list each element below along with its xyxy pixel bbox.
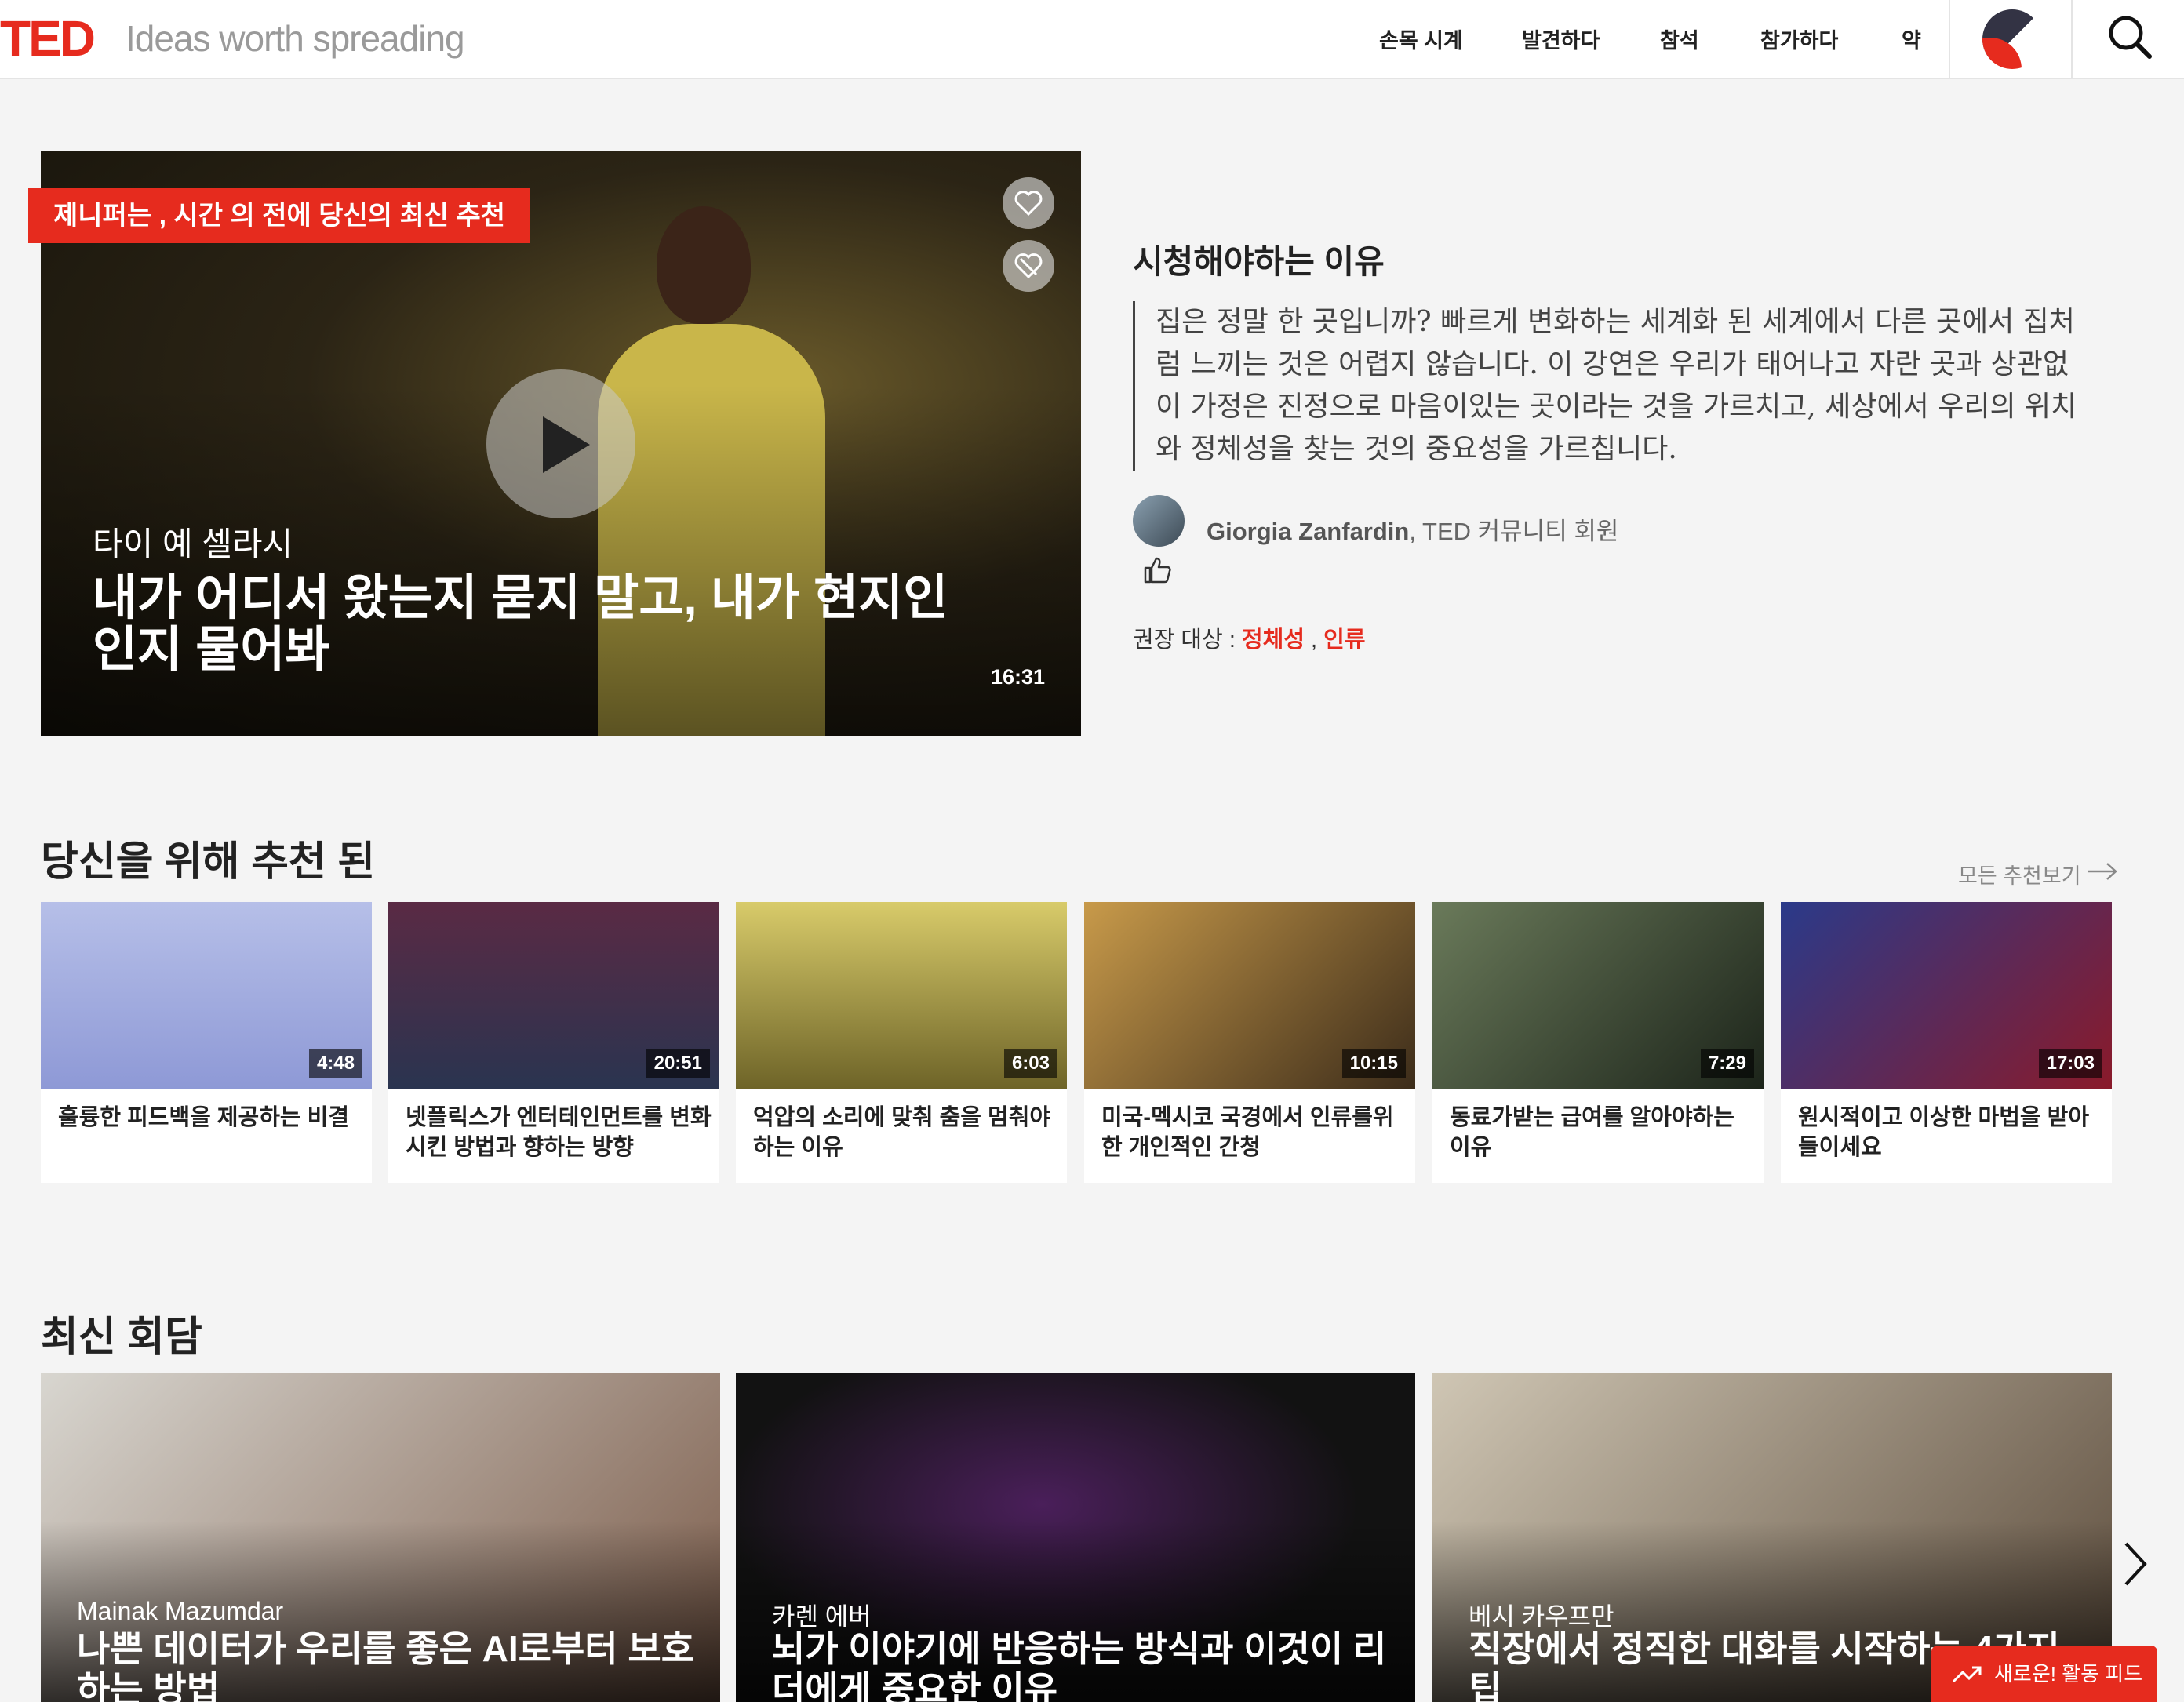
why-watch-quote: 집은 정말 한 곳입니까? 빠르게 변화하는 세계화 된 세계에서 다른 곳에서… bbox=[1133, 301, 2090, 471]
latest-talk-card[interactable]: 카렌 에버 뇌가 이야기에 반응하는 방식과 이것이 리더에게 중요한 이유 bbox=[736, 1373, 1415, 1702]
latest-talk-card[interactable]: Mainak Mazumdar 나쁜 데이터가 우리를 좋은 AI로부터 보호하… bbox=[41, 1373, 720, 1702]
recommended-card[interactable]: 20:51 넷플릭스가 엔터테인먼트를 변화시킨 방법과 향하는 방향 bbox=[388, 902, 719, 1183]
tagline: Ideas worth spreading bbox=[126, 18, 465, 59]
user-avatar[interactable] bbox=[1982, 9, 2042, 69]
recommended-title: 당신을 위해 추천 된 bbox=[41, 839, 376, 885]
broken-heart-icon bbox=[1014, 253, 1043, 279]
ted-logo[interactable]: TED bbox=[0, 9, 96, 67]
hero-title[interactable]: 내가 어디서 왔는지 묻지 말고, 내가 현지인 인지 물어봐 bbox=[93, 573, 956, 676]
reviewer-role: , TED 커뮤니티 회원 bbox=[1409, 518, 1619, 545]
reviewer-line: Giorgia Zanfardin, TED 커뮤니티 회원 bbox=[1207, 511, 1618, 547]
latest-title: 최신 회담 bbox=[41, 1315, 202, 1360]
search-icon[interactable] bbox=[2106, 13, 2153, 60]
talk-title[interactable]: 억압의 소리에 맞춰 춤을 멈춰야하는 이유 bbox=[753, 1103, 1059, 1162]
nav-participate[interactable]: 참가하다 bbox=[1760, 24, 1838, 54]
heart-icon bbox=[1014, 191, 1043, 216]
hero-speaker-name: 타이 예 셀라시 bbox=[93, 526, 293, 562]
tag-separator: , bbox=[1305, 627, 1324, 653]
recommended-for: 권장 대상 : 정체성 , 인류 bbox=[1133, 621, 1366, 654]
talk-speaker: Mainak Mazumdar bbox=[77, 1597, 284, 1625]
chevron-right-icon[interactable] bbox=[2121, 1540, 2149, 1587]
talk-duration: 10:15 bbox=[1341, 1049, 1406, 1078]
nav-about[interactable]: 약 bbox=[1902, 24, 1921, 54]
dislike-button[interactable] bbox=[1003, 240, 1054, 292]
arrow-right-icon[interactable] bbox=[2087, 861, 2118, 882]
talk-title[interactable]: 훌륭한 피드백을 제공하는 비결 bbox=[58, 1103, 364, 1133]
talk-title[interactable]: 넷플릭스가 엔터테인먼트를 변화시킨 방법과 향하는 방향 bbox=[406, 1103, 712, 1162]
talk-duration: 6:03 bbox=[1003, 1049, 1057, 1078]
nav-discover[interactable]: 발견하다 bbox=[1522, 24, 1600, 54]
talk-title[interactable]: 원시적이고 이상한 마법을 받아들이세요 bbox=[1798, 1103, 2104, 1162]
recommended-card[interactable]: 10:15 미국-멕시코 국경에서 인류를위한 개인적인 간청 bbox=[1084, 902, 1415, 1183]
recommended-card[interactable]: 6:03 억압의 소리에 맞춰 춤을 멈춰야하는 이유 bbox=[736, 902, 1067, 1183]
top-header: TED Ideas worth spreading 손목 시계 발견하다 참석 … bbox=[0, 0, 2184, 79]
talk-duration: 4:48 bbox=[308, 1049, 362, 1078]
play-button[interactable] bbox=[486, 369, 635, 518]
thumbs-up-icon[interactable] bbox=[1142, 555, 1172, 585]
talk-duration: 17:03 bbox=[2038, 1049, 2102, 1078]
talk-title[interactable]: 미국-멕시코 국경에서 인류를위한 개인적인 간청 bbox=[1101, 1103, 1407, 1162]
recommended-card[interactable]: 17:03 원시적이고 이상한 마법을 받아들이세요 bbox=[1781, 902, 2112, 1183]
why-watch-title: 시청해야하는 이유 bbox=[1133, 243, 1385, 280]
trending-up-icon bbox=[1952, 1666, 1982, 1683]
recommendation-badge: 제니퍼는 , 시간 의 전에 당신의 최신 추천 bbox=[28, 188, 531, 243]
nav-divider bbox=[2071, 0, 2073, 79]
activity-feed-button[interactable]: 새로운! 활동 피드 bbox=[1931, 1646, 2157, 1702]
tag-humanity[interactable]: 인류 bbox=[1323, 627, 1365, 653]
recommended-card[interactable]: 7:29 동료가받는 급여를 알아야하는 이유 bbox=[1432, 902, 1764, 1183]
recommend-label: 권장 대상 : bbox=[1133, 627, 1242, 653]
tag-identity[interactable]: 정체성 bbox=[1242, 627, 1305, 653]
reviewer-avatar bbox=[1133, 495, 1185, 547]
nav-divider bbox=[1949, 0, 1950, 79]
talk-title[interactable]: 나쁜 데이터가 우리를 좋은 AI로부터 보호하는 방법 bbox=[77, 1628, 704, 1702]
talk-duration: 7:29 bbox=[1700, 1049, 1754, 1078]
favorite-button[interactable] bbox=[1003, 177, 1054, 229]
nav-watch[interactable]: 손목 시계 bbox=[1379, 24, 1463, 54]
see-all-link[interactable]: 모든 추천보기 bbox=[1958, 859, 2081, 889]
recommended-card[interactable]: 4:48 훌륭한 피드백을 제공하는 비결 bbox=[41, 902, 372, 1183]
reviewer-name[interactable]: Giorgia Zanfardin bbox=[1207, 518, 1409, 545]
activity-feed-label: 새로운! 활동 피드 bbox=[1994, 1662, 2143, 1686]
talk-duration: 20:51 bbox=[646, 1049, 710, 1078]
talk-title[interactable]: 뇌가 이야기에 반응하는 방식과 이것이 리더에게 중요한 이유 bbox=[772, 1628, 1400, 1702]
talk-title[interactable]: 동료가받는 급여를 알아야하는 이유 bbox=[1450, 1103, 1756, 1162]
hero-duration: 16:31 bbox=[991, 665, 1046, 689]
nav-attend[interactable]: 참석 bbox=[1660, 24, 1699, 54]
